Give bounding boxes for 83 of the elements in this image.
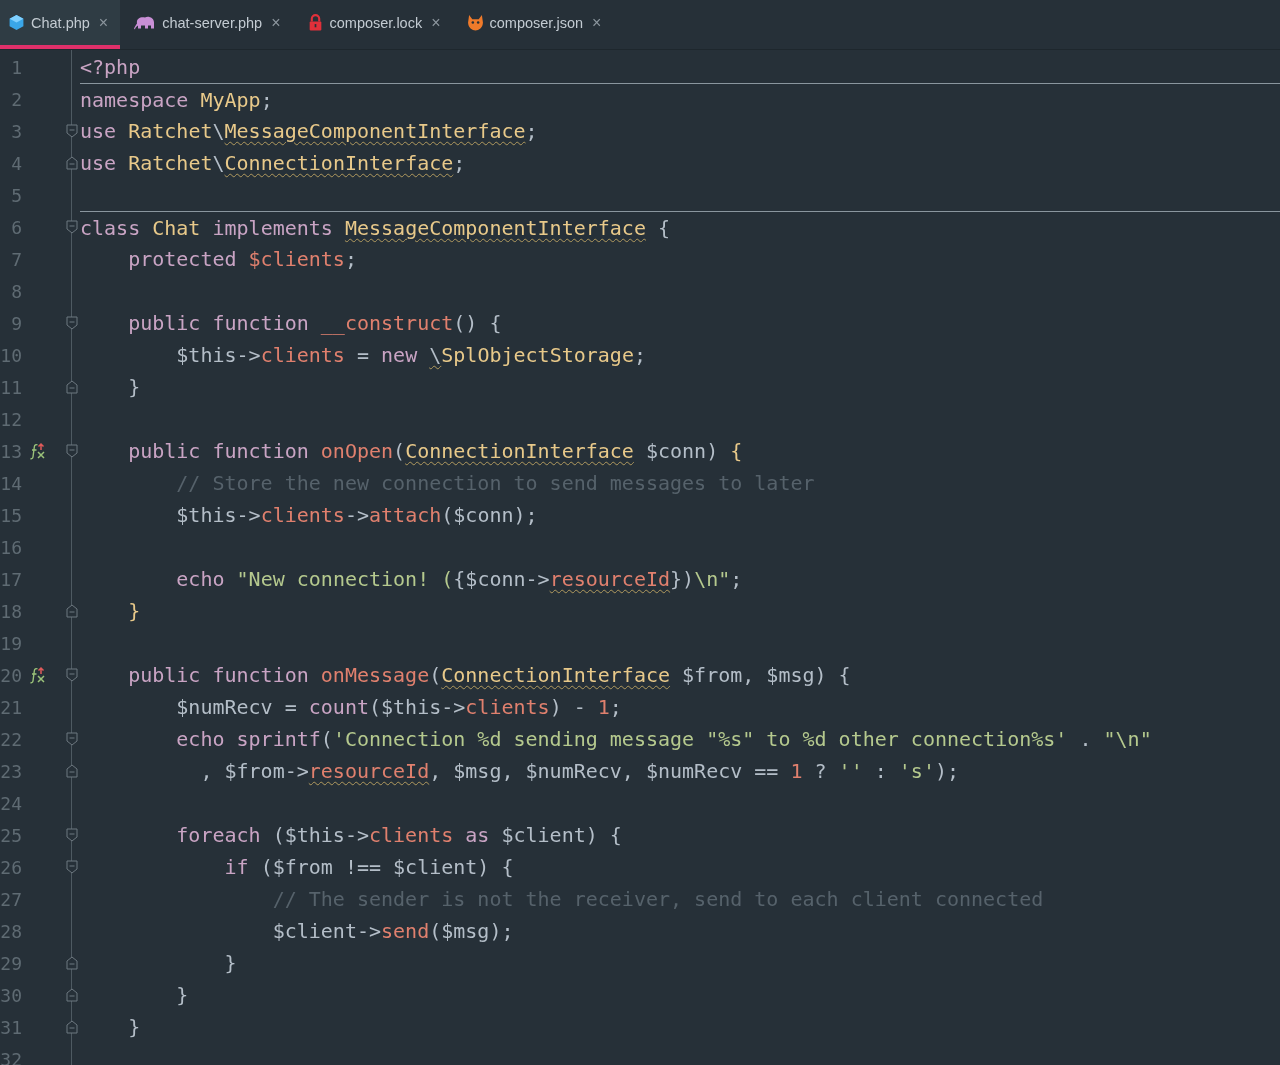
line-number: 6: [10, 216, 22, 238]
line-number: 12: [0, 408, 22, 430]
fold-marker-icon[interactable]: [66, 156, 78, 170]
line-number: 26: [0, 856, 22, 878]
code-line: public function onOpen(ConnectionInterface $conn) {: [127, 438, 743, 464]
line-number: 16: [0, 536, 22, 558]
line-number: 21: [0, 696, 22, 718]
fold-marker-icon[interactable]: [66, 1020, 78, 1034]
line-number: 27: [0, 888, 22, 910]
fold-marker-icon[interactable]: [66, 828, 78, 842]
line-number: 18: [0, 600, 22, 622]
line-number: 14: [0, 472, 22, 494]
line-number: 31: [0, 1016, 22, 1038]
line-number: 29: [0, 952, 22, 974]
override-icon[interactable]: [30, 666, 48, 684]
line-number: 25: [0, 824, 22, 846]
line-number: 19: [0, 632, 22, 654]
line-number: 13: [0, 440, 22, 462]
override-icon[interactable]: [30, 442, 48, 460]
fold-marker-icon[interactable]: [66, 380, 78, 394]
code-line: $this->clients->attach($conn);: [175, 502, 538, 528]
code-line: namespace MyApp;: [80, 86, 273, 113]
code-line: , $from->resourceId, $msg, $numRecv, $numRecv == 1 ? '' : 's');: [199, 758, 960, 784]
code-line: $numRecv = count($this->clients) - 1;: [175, 694, 622, 720]
close-icon[interactable]: ×: [271, 13, 281, 32]
fold-marker-icon[interactable]: [66, 124, 78, 138]
fold-marker-icon[interactable]: [66, 988, 78, 1002]
editor-tab[interactable]: composer.lock ×: [298, 0, 453, 49]
fold-marker-icon[interactable]: [66, 316, 78, 330]
line-number: 9: [10, 312, 22, 334]
line-number: 32: [0, 1048, 22, 1065]
editor-tab[interactable]: composer.json ×: [458, 0, 614, 49]
line-number: 4: [10, 152, 22, 174]
line-number: 15: [0, 504, 22, 526]
code-line: echo "New connection! ({$conn->resourceId})\n";: [175, 566, 743, 592]
code-line: $this->clients = new \SplObjectStorage;: [175, 342, 646, 368]
fold-marker-icon[interactable]: [66, 604, 78, 618]
line-number: 24: [0, 792, 22, 814]
line-number: 3: [10, 120, 22, 142]
head-icon: [466, 14, 484, 31]
elephant-icon: [134, 14, 157, 31]
cube-icon: [8, 14, 25, 31]
fold-marker-icon[interactable]: [66, 732, 78, 746]
code-line: public function __construct() {: [127, 310, 502, 336]
close-icon[interactable]: ×: [98, 13, 109, 32]
code-line: <?php: [80, 54, 141, 80]
code-line: }: [175, 982, 189, 1008]
line-number: 28: [0, 920, 22, 942]
line-number: 17: [0, 568, 22, 590]
line-number: 30: [0, 984, 22, 1006]
code-line: use Ratchet\MessageComponentInterface;: [80, 118, 538, 144]
code-line: class Chat implements MessageComponentInterface {: [80, 214, 671, 241]
line-number: 23: [0, 760, 22, 782]
code-line: protected $clients;: [127, 246, 357, 272]
fold-marker-icon[interactable]: [66, 860, 78, 874]
code-line: }: [127, 598, 141, 624]
line-number: 7: [10, 248, 22, 270]
code-line: echo sprintf('Connection %d sending message "%s" to %d other connection%s' . "\n": [175, 726, 1152, 752]
editor-tab[interactable]: Chat.php ×: [0, 0, 121, 49]
line-number: 11: [0, 376, 22, 398]
line-number: 22: [0, 728, 22, 750]
line-number: 2: [10, 88, 22, 110]
code-line: }: [127, 1014, 141, 1040]
code-line: $client->send($msg);: [271, 918, 514, 944]
code-line: }: [127, 374, 141, 400]
code-line: if ($from !== $client) {: [223, 854, 514, 880]
close-icon[interactable]: ×: [431, 13, 441, 32]
close-icon[interactable]: ×: [592, 13, 602, 32]
code-line: }: [223, 950, 237, 976]
editor-tab[interactable]: chat-server.php ×: [126, 0, 293, 49]
line-number: 1: [10, 56, 22, 78]
code-line: public function onMessage(ConnectionInterface $from, $msg) {: [127, 662, 851, 688]
code-line: foreach ($this->clients as $client) {: [175, 822, 622, 848]
fold-marker-icon[interactable]: [66, 668, 78, 682]
fold-marker-icon[interactable]: [66, 444, 78, 458]
line-number: 5: [10, 184, 22, 206]
line-number: 10: [0, 344, 22, 366]
line-number: 8: [10, 280, 22, 302]
code-line: use Ratchet\ConnectionInterface;: [80, 150, 466, 176]
fold-marker-icon[interactable]: [66, 764, 78, 778]
fold-marker-icon[interactable]: [66, 220, 78, 234]
fold-marker-icon[interactable]: [66, 956, 78, 970]
line-number: 20: [0, 664, 22, 686]
